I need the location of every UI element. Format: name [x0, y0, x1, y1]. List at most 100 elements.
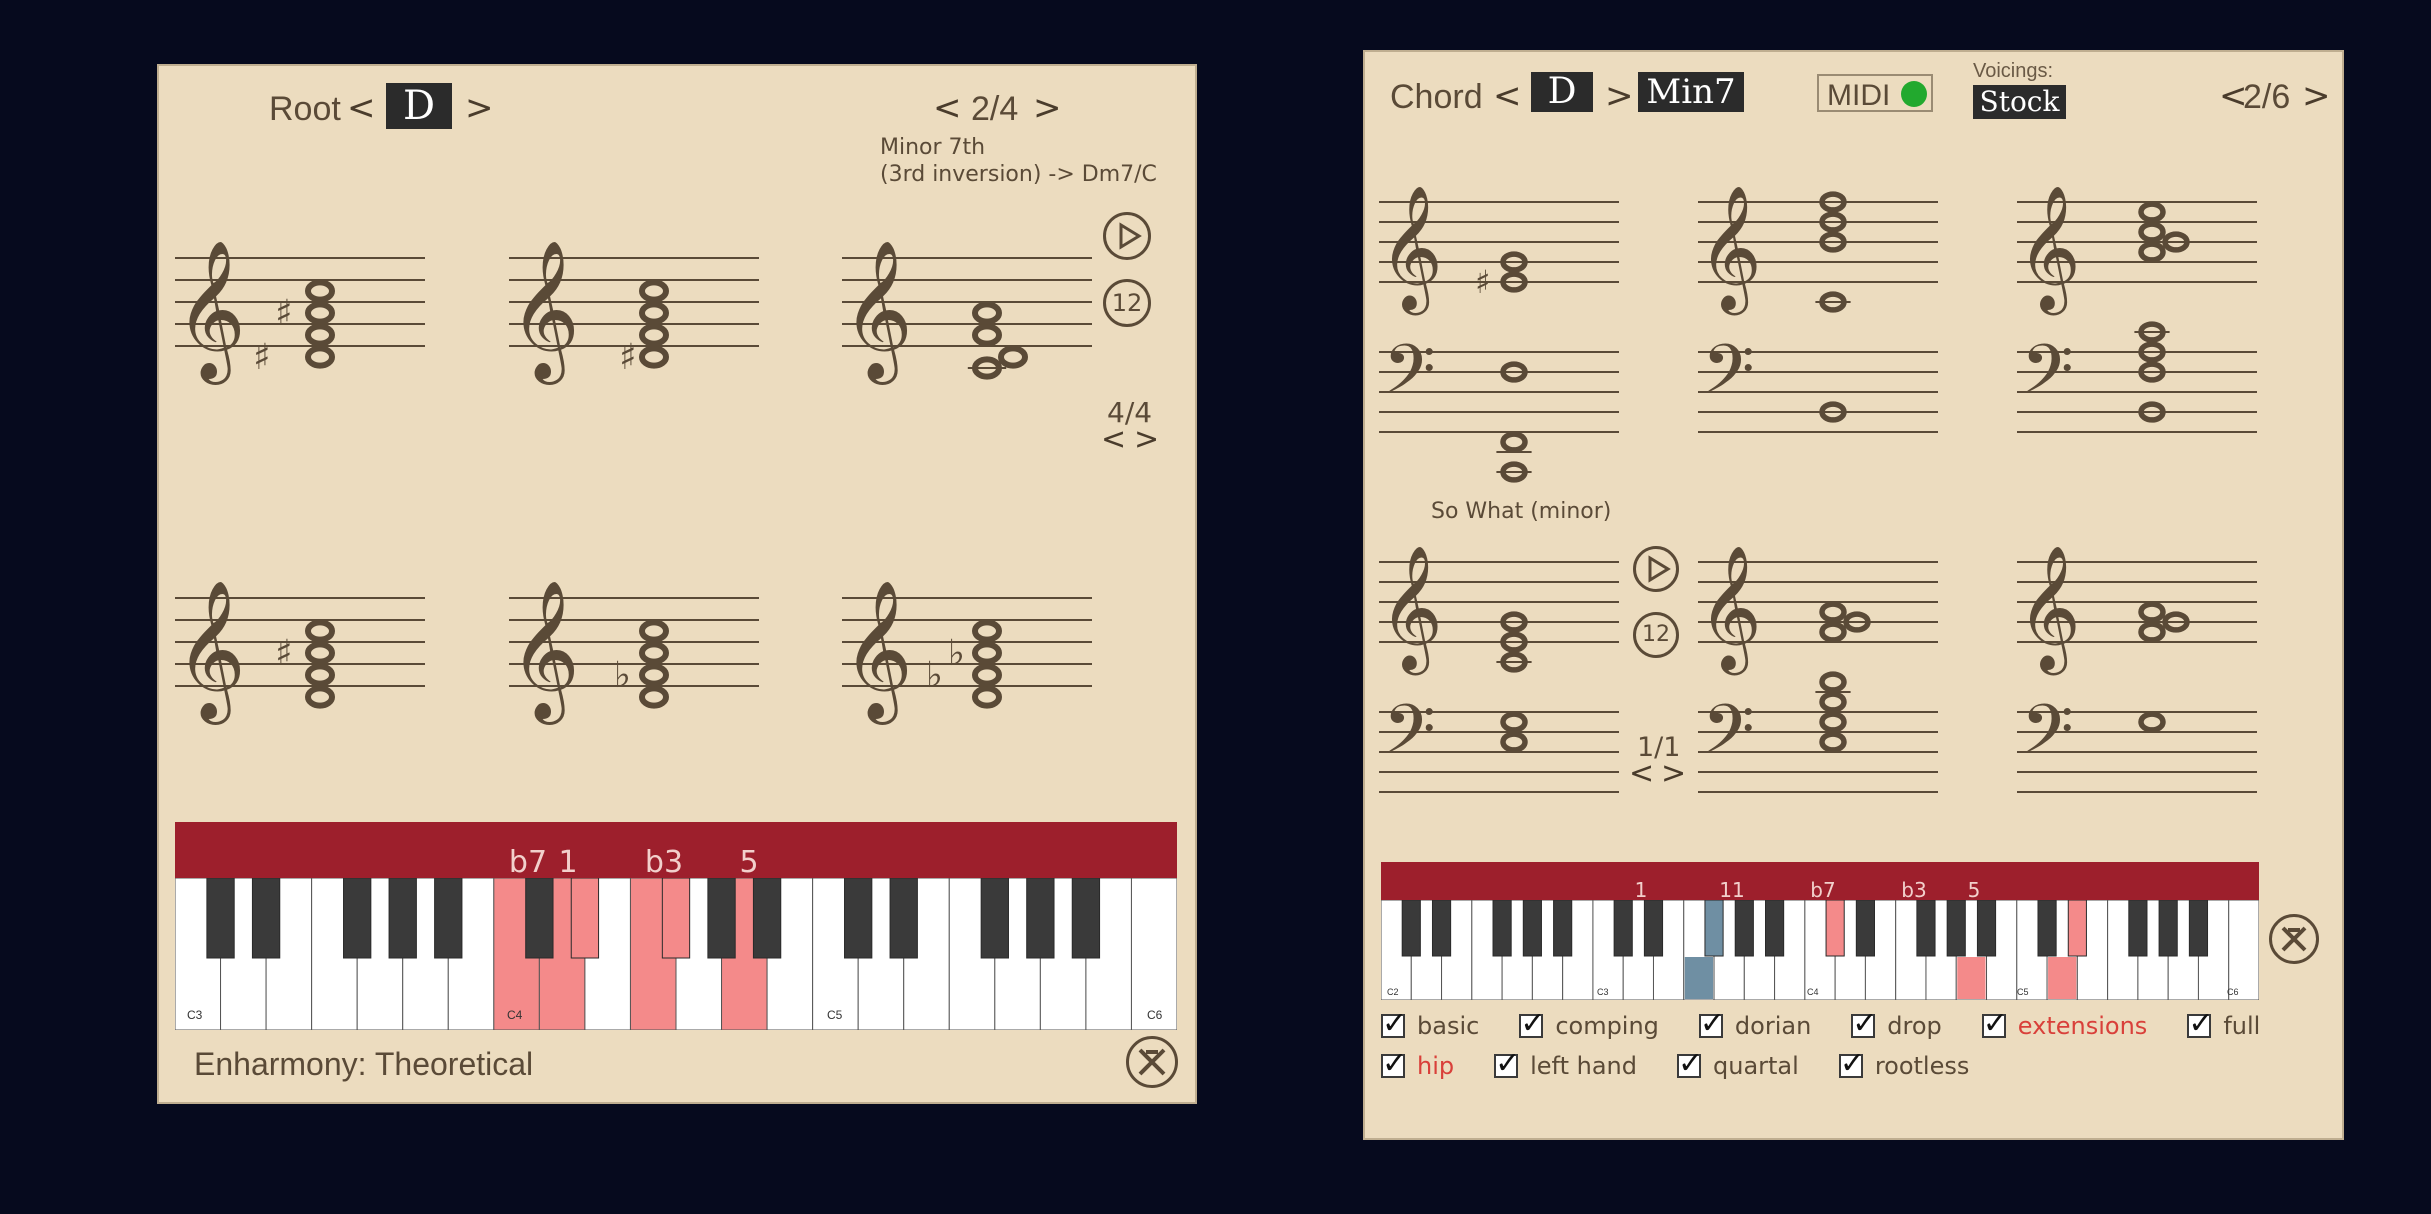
staff-voicing-6[interactable]: 𝄞 ♭♭ [842, 556, 1092, 786]
treble-clef: 𝄞 [509, 580, 580, 725]
checkbox[interactable] [2187, 1006, 2213, 1041]
voicing-twelve-keys-button[interactable]: 12 [1633, 612, 1679, 658]
inversion-text: (3rd inversion) -> Dm7/C [880, 162, 1157, 187]
filter-dorian[interactable]: dorian [1698, 1006, 1833, 1041]
checkbox[interactable] [1838, 1046, 1865, 1081]
whole-note [2138, 601, 2166, 623]
whole-note [1819, 671, 1847, 693]
black-key [661, 878, 691, 959]
chord-root-box[interactable]: D [1531, 72, 1593, 112]
checkbox[interactable] [1381, 1006, 1407, 1041]
piano-keyboard[interactable] [175, 878, 1177, 1030]
twelve-icon: 12 [1111, 289, 1143, 317]
filter-left-hand[interactable]: left hand [1494, 1046, 1659, 1081]
voicing-filter-row-1: basic comping dorian drop extensions ful… [1381, 1006, 2278, 1041]
sharp-sign: ♯ [253, 337, 270, 378]
black-key [1704, 900, 1724, 957]
play-button[interactable] [1103, 212, 1151, 260]
sharp-sign: ♯ [275, 293, 292, 334]
enharmony-label[interactable]: Enharmony: Theoretical [194, 1046, 533, 1083]
checkbox[interactable] [1494, 1046, 1520, 1081]
black-key [1492, 900, 1512, 957]
whole-note [305, 323, 335, 347]
black-key [206, 878, 235, 959]
voicing-next-button[interactable]: > [2302, 76, 2331, 116]
whole-note [639, 279, 669, 303]
staff-voicing-4[interactable]: 𝄞 ♯ [175, 556, 425, 786]
chord-quality-box[interactable]: Min7 [1638, 72, 1744, 112]
root-next-button[interactable]: > [465, 88, 494, 128]
black-key [1976, 900, 1997, 957]
interval-label-b7: b7 [508, 845, 548, 880]
chord-root-next-button[interactable]: > [1605, 76, 1634, 116]
voicings-select[interactable]: Stock [1973, 85, 2066, 119]
checkbox[interactable] [1519, 1006, 1545, 1041]
checkbox[interactable] [1698, 1006, 1725, 1041]
page-next-button[interactable]: > [1033, 88, 1062, 128]
chord-label: Chord [1390, 78, 1483, 116]
voicing-piano-keyboard[interactable] [1381, 900, 2259, 1000]
whole-note [972, 619, 1002, 643]
whole-note [972, 323, 1002, 347]
whole-note [972, 301, 1002, 325]
twelve-keys-button[interactable]: 12 [1103, 279, 1151, 327]
page-prev-button[interactable]: < [933, 88, 962, 128]
whole-note [305, 301, 335, 325]
play-icon [1648, 555, 1671, 583]
treble-clef: 𝄞 [175, 580, 246, 725]
midi-button[interactable]: MIDI [1817, 74, 1933, 112]
measure-next-button[interactable]: > [1134, 422, 1159, 457]
staff-voicing-3[interactable]: 𝄞 [842, 216, 1092, 446]
checkbox[interactable] [1851, 1006, 1877, 1041]
grand-staff-voicing-2[interactable]: 𝄞𝄢 [1698, 182, 1948, 512]
filter-full[interactable]: full [2187, 1006, 2260, 1041]
root-chord-panel: Root < D > < 2/4 > Minor 7th (3rd invers… [157, 64, 1197, 1104]
black-key [525, 878, 554, 959]
whole-note [1819, 601, 1847, 623]
black-key [2188, 900, 2209, 957]
root-prev-button[interactable]: < [347, 88, 376, 128]
black-key [1643, 900, 1664, 957]
checkbox[interactable] [1677, 1046, 1703, 1081]
treble-clef: 𝄞 [1379, 545, 1443, 675]
black-key [2158, 900, 2178, 957]
filter-basic[interactable]: basic [1381, 1006, 1501, 1041]
staff-voicing-1[interactable]: 𝄞 ♯♯ [175, 216, 425, 446]
octave-label-c5: C5 [2017, 987, 2029, 997]
whole-note [972, 663, 1002, 687]
staff-voicing-5[interactable]: 𝄞 ♭ [509, 556, 759, 786]
staff-voicing-2[interactable]: 𝄞 ♯ [509, 216, 759, 446]
whole-note [305, 685, 335, 709]
whole-note [2138, 241, 2166, 263]
whole-note [1500, 731, 1528, 753]
checkbox[interactable] [1981, 1006, 2008, 1041]
black-key [1522, 900, 1542, 957]
octave-label-c4: C4 [1807, 987, 1819, 997]
checkbox[interactable] [1381, 1046, 1407, 1081]
root-note-box[interactable]: D [386, 83, 452, 129]
voicings-label: Voicings: [1973, 60, 2054, 82]
octave-label-c6: C6 [2227, 987, 2239, 997]
voicing-play-button[interactable] [1633, 546, 1679, 592]
voicing-filter-row-2: hip left hand quartal rootless [1381, 1046, 1987, 1081]
interval-label-5: 5 [739, 845, 759, 880]
filter-extensions[interactable]: extensions [1981, 1006, 2170, 1041]
voicing-measure-next-button[interactable]: > [1661, 756, 1686, 791]
filter-hip[interactable]: hip [1381, 1046, 1476, 1081]
voicing-close-button[interactable] [2269, 914, 2319, 964]
treble-clef: 𝄞 [175, 240, 246, 385]
close-button[interactable] [1126, 1036, 1178, 1088]
grand-staff-voicing-1[interactable]: 𝄞 𝄢 ♯ [1379, 182, 1629, 512]
grand-staff-voicing-5[interactable]: 𝄞𝄢 [1698, 542, 1948, 872]
filter-drop[interactable]: drop [1851, 1006, 1964, 1041]
grand-staff-voicing-4[interactable]: 𝄞𝄢 [1379, 542, 1629, 872]
filter-comping[interactable]: comping [1519, 1006, 1681, 1041]
grand-staff-voicing-6[interactable]: 𝄞𝄢 [2017, 542, 2267, 872]
filter-quartal[interactable]: quartal [1677, 1046, 1821, 1081]
chord-root-prev-button[interactable]: < [1493, 76, 1522, 116]
treble-clef: 𝄞 [1698, 185, 1762, 315]
grand-staff-voicing-3[interactable]: 𝄞𝄢 [2017, 182, 2267, 512]
voicing-measure-prev-button[interactable]: < [1629, 756, 1654, 791]
filter-rootless[interactable]: rootless [1838, 1046, 1969, 1081]
measure-prev-button[interactable]: < [1101, 422, 1126, 457]
